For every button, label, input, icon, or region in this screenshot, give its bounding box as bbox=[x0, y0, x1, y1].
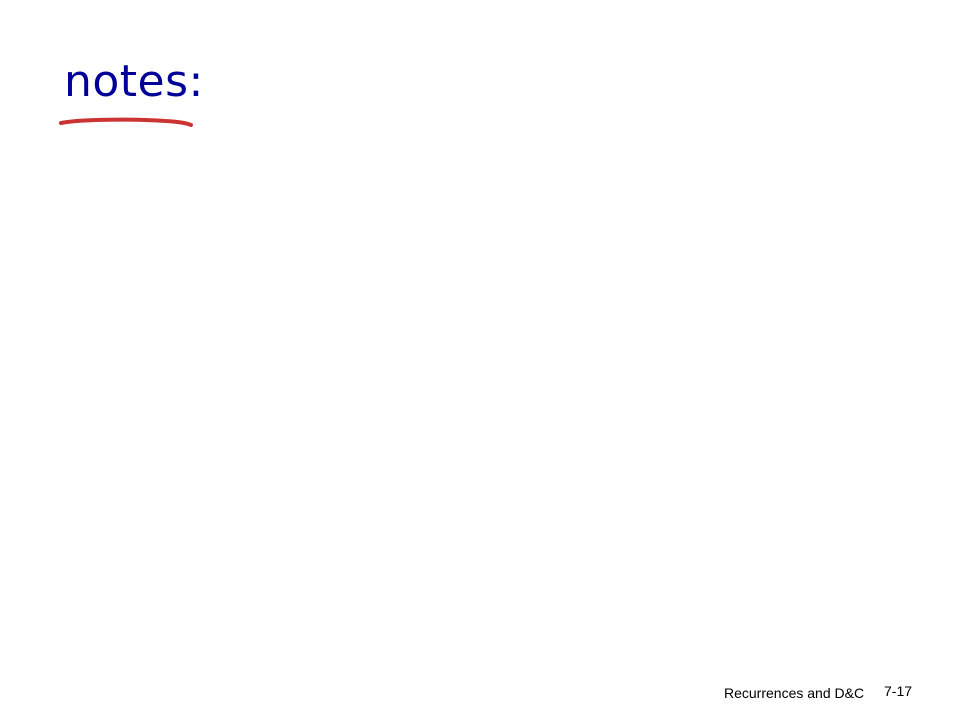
slide-number: 7-17 bbox=[884, 683, 913, 699]
slide-title: notes: bbox=[64, 56, 204, 107]
underline-stroke bbox=[59, 117, 193, 127]
slide: notes: Recurrences and D&C 7-17 bbox=[0, 0, 960, 720]
footer-text: Recurrences and D&C bbox=[724, 685, 865, 701]
title-underline bbox=[59, 117, 193, 127]
